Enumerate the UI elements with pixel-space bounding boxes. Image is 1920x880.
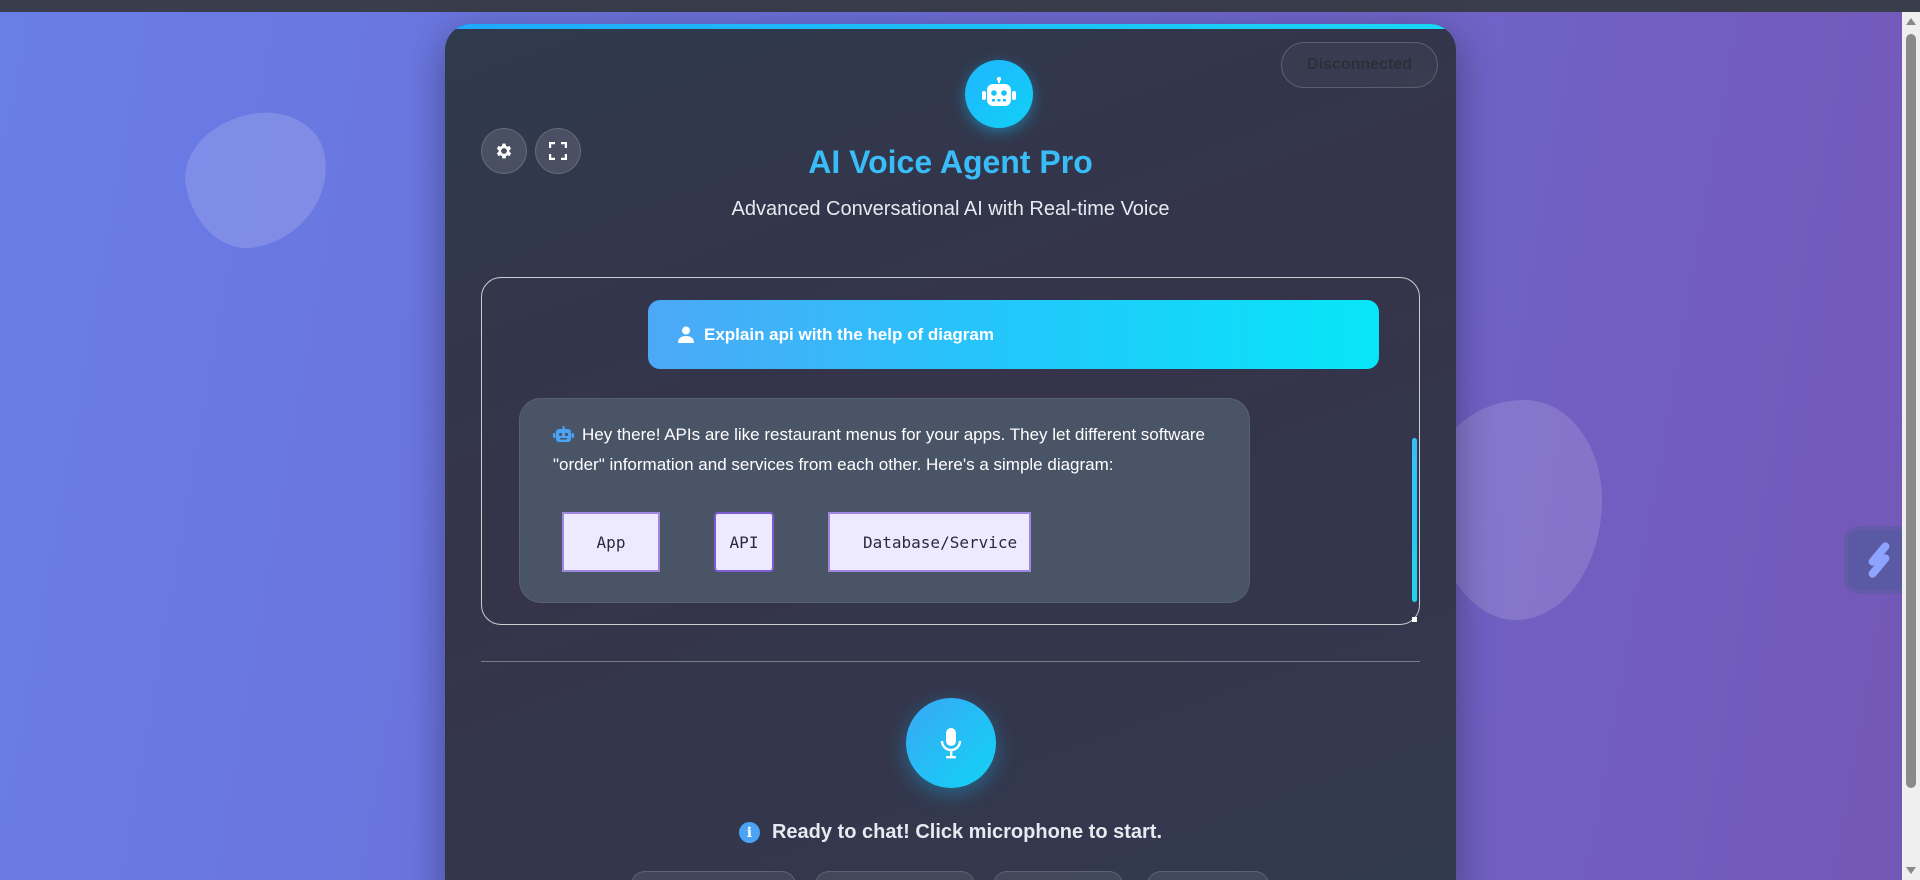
app-title: AI Voice Agent Pro: [808, 144, 1093, 180]
user-message-text: Explain api with the help of diagram: [704, 324, 994, 344]
action-button[interactable]: [815, 871, 975, 880]
conversation-panel[interactable]: Explain api with the help of diagram Hey…: [481, 277, 1420, 625]
app-subtitle: Advanced Conversational AI with Real-tim…: [731, 198, 1170, 220]
resize-handle[interactable]: [1412, 617, 1417, 622]
voice-status-text: Ready to chat! Click microphone to start…: [771, 821, 1163, 843]
assistant-message-text: Hey there! APIs are like restaurant menu…: [553, 425, 1206, 474]
decorative-blob: [175, 102, 339, 258]
browser-top-bar: [0, 0, 1920, 12]
section-divider: [481, 661, 1420, 662]
voice-agent-card: Disconnected AI Voice Agent Pro Advanced…: [445, 24, 1456, 880]
card-accent-bar: [445, 24, 1456, 29]
connection-status-badge: Disconnected: [1281, 42, 1438, 88]
action-button[interactable]: [1147, 871, 1269, 880]
conversation-scrollbar[interactable]: [1412, 438, 1417, 602]
page-scrollbar[interactable]: [1902, 12, 1920, 880]
user-message: Explain api with the help of diagram: [648, 300, 1379, 369]
microphone-icon: [940, 728, 962, 759]
diagram-node-api: API: [714, 512, 774, 572]
assistant-message: Hey there! APIs are like restaurant menu…: [519, 398, 1250, 603]
connection-status-label: Disconnected: [1307, 56, 1412, 73]
robot-icon: [553, 424, 574, 451]
action-button[interactable]: [631, 871, 796, 880]
extension-widget-button[interactable]: [1848, 530, 1910, 590]
extension-logo-icon: [1866, 540, 1892, 580]
user-icon: [678, 326, 694, 343]
microphone-button[interactable]: [906, 698, 996, 788]
diagram-node-database-service: Database/Service: [828, 512, 1031, 572]
action-button[interactable]: [993, 871, 1123, 880]
voice-status: i Ready to chat! Click microphone to sta…: [445, 821, 1456, 844]
robot-icon: [965, 60, 1033, 128]
scroll-down-arrow-icon[interactable]: [1906, 867, 1916, 874]
info-icon: i: [738, 822, 760, 843]
scroll-up-arrow-icon[interactable]: [1906, 18, 1916, 25]
scrollbar-thumb[interactable]: [1906, 34, 1916, 788]
diagram-node-app: App: [562, 512, 660, 572]
